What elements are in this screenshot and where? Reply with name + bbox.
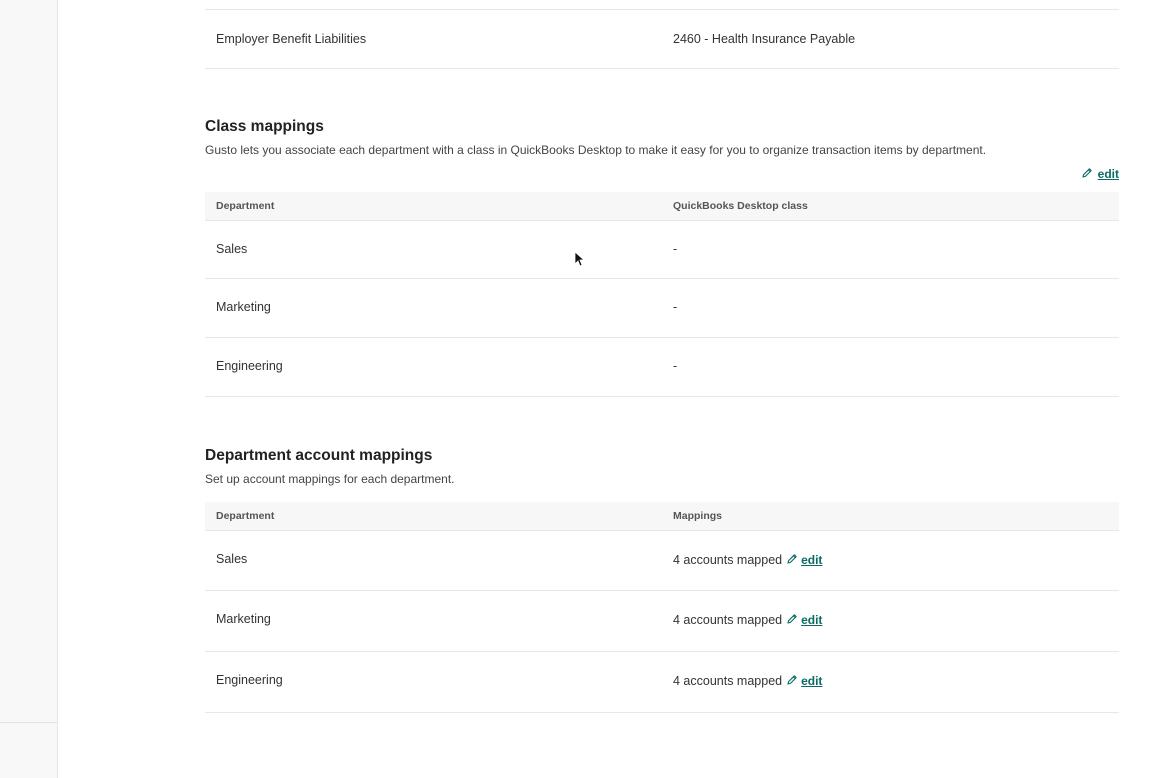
pencil-icon [787, 675, 797, 685]
table-row: Marketing 4 accounts mapped edit [205, 591, 1119, 652]
mappings-count: 4 accounts mapped [673, 674, 783, 688]
table-row: Engineering 4 accounts mapped edit [205, 652, 1119, 713]
department-mappings-table-header: Department Mappings [205, 502, 1119, 531]
mappings-cell: 4 accounts mapped edit [673, 553, 822, 567]
edit-mappings-link[interactable]: edit [801, 674, 822, 688]
edit-mappings-link[interactable]: edit [801, 613, 822, 627]
column-header-department: Department [216, 510, 275, 522]
benefit-account-value: 2460 - Health Insurance Payable [673, 32, 856, 46]
mappings-count: 4 accounts mapped [673, 553, 783, 567]
class-value: - [673, 300, 678, 314]
sidebar-divider [0, 722, 57, 723]
column-header-mappings: Mappings [673, 510, 722, 522]
class-mappings-edit-button[interactable]: edit [1081, 165, 1119, 183]
class-mappings-edit-link[interactable]: edit [1098, 167, 1119, 181]
left-sidebar [0, 0, 58, 778]
benefit-liabilities-row: Employer Benefit Liabilities 2460 - Heal… [205, 10, 1119, 69]
pencil-icon [787, 614, 797, 624]
table-row: Sales - [205, 221, 1119, 279]
mappings-count: 4 accounts mapped [673, 613, 783, 627]
edit-mappings-link[interactable]: edit [801, 553, 822, 567]
department-name: Sales [216, 552, 248, 566]
mappings-cell: 4 accounts mapped edit [673, 613, 822, 627]
table-row: Sales 4 accounts mapped edit [205, 531, 1119, 591]
department-name: Engineering [216, 359, 283, 373]
department-mappings-description: Set up account mappings for each departm… [205, 472, 455, 486]
department-mappings-title: Department account mappings [205, 447, 433, 464]
cursor-arrow-icon [574, 251, 584, 267]
department-name: Engineering [216, 673, 283, 687]
class-value: - [673, 359, 678, 373]
pencil-icon [1082, 168, 1092, 178]
table-row: Engineering - [205, 338, 1119, 397]
department-name: Marketing [216, 612, 271, 626]
table-row: Marketing - [205, 279, 1119, 338]
department-name: Marketing [216, 300, 271, 314]
class-mappings-description: Gusto lets you associate each department… [205, 143, 987, 157]
class-mappings-title: Class mappings [205, 118, 324, 135]
mappings-cell: 4 accounts mapped edit [673, 674, 822, 688]
column-header-department: Department [216, 200, 275, 212]
column-header-qbd-class: QuickBooks Desktop class [673, 200, 808, 212]
pencil-icon [787, 554, 797, 564]
benefit-label: Employer Benefit Liabilities [216, 32, 367, 46]
class-mappings-table-header: Department QuickBooks Desktop class [205, 192, 1119, 221]
department-name: Sales [216, 242, 248, 256]
class-value: - [673, 242, 678, 256]
